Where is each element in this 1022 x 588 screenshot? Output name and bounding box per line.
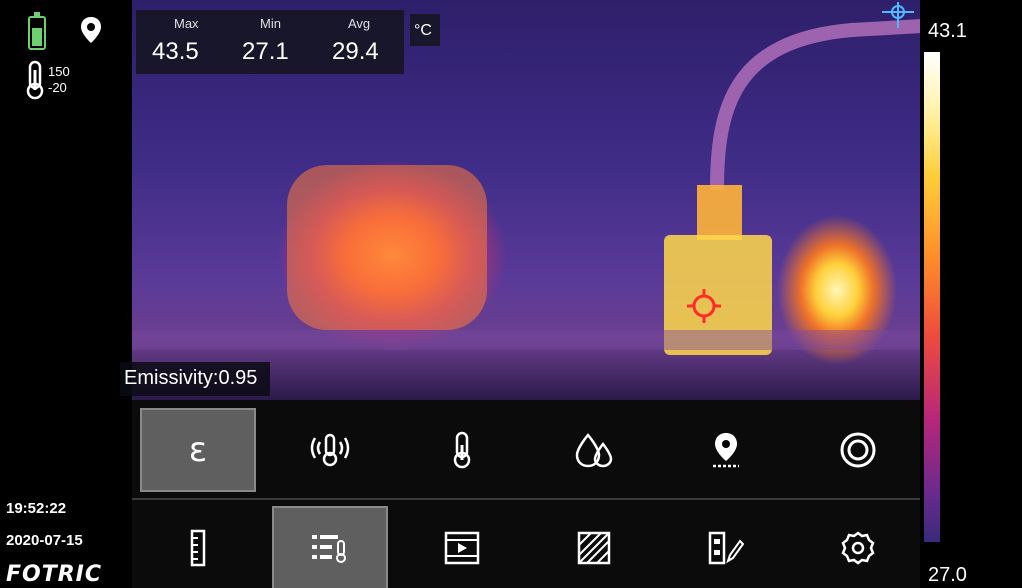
max-spot-marker-icon bbox=[882, 2, 914, 28]
thermometer-signal-icon bbox=[310, 433, 350, 467]
spot-location-button[interactable] bbox=[668, 408, 784, 492]
dew-point-button[interactable] bbox=[536, 408, 652, 492]
palette-button[interactable] bbox=[668, 506, 784, 588]
max-label: Max bbox=[174, 16, 199, 31]
avg-value: 29.4 bbox=[332, 38, 379, 65]
target-button[interactable] bbox=[800, 408, 916, 492]
brand-logo: FOTRIC bbox=[6, 562, 103, 587]
thermometer-icon bbox=[453, 431, 471, 469]
settings-button[interactable] bbox=[800, 506, 916, 588]
palette-edit-icon bbox=[708, 531, 744, 565]
location-pin-icon bbox=[81, 17, 101, 43]
emissivity-button[interactable]: ε bbox=[140, 408, 256, 492]
film-play-icon bbox=[444, 531, 480, 565]
emissivity-label: Emissivity:0.95 bbox=[120, 362, 270, 396]
battery-icon bbox=[28, 12, 46, 50]
temperature-list-button[interactable] bbox=[272, 506, 388, 588]
range-high: 150 bbox=[48, 64, 70, 79]
area-hatch-icon bbox=[577, 531, 611, 565]
gear-icon bbox=[841, 531, 875, 565]
thermometer-button[interactable] bbox=[404, 408, 520, 492]
ruler-button[interactable] bbox=[140, 506, 256, 588]
time-label: 19:52:22 bbox=[6, 500, 67, 517]
temperature-stats: Max 43.5 Min 27.1 Avg 29.4 bbox=[136, 10, 404, 74]
area-button[interactable] bbox=[536, 506, 652, 588]
scale-min: 27.0 bbox=[928, 564, 967, 586]
location-pin-icon bbox=[713, 433, 739, 468]
thermometer-signal-button[interactable] bbox=[272, 408, 388, 492]
scale-max: 43.1 bbox=[928, 20, 967, 42]
toolbar-top: ε bbox=[132, 400, 920, 498]
min-value: 27.1 bbox=[242, 38, 289, 65]
ruler-icon bbox=[190, 529, 206, 567]
thermal-camera-screen: 150 -20 Max 43.5 Min 27.1 Avg 29.4 °C Em… bbox=[0, 0, 1022, 588]
color-scale-bar[interactable] bbox=[924, 52, 940, 542]
video-button[interactable] bbox=[404, 506, 520, 588]
min-label: Min bbox=[260, 16, 281, 31]
water-drops-icon bbox=[575, 433, 613, 468]
unit-toggle[interactable]: °C bbox=[410, 14, 440, 46]
temperature-list-icon bbox=[312, 535, 346, 563]
range-low: -20 bbox=[48, 80, 67, 95]
max-value: 43.5 bbox=[152, 38, 199, 65]
target-circle-icon bbox=[840, 432, 876, 468]
avg-label: Avg bbox=[348, 16, 371, 31]
epsilon-icon: ε bbox=[188, 430, 208, 470]
date-label: 2020-07-15 bbox=[6, 532, 83, 549]
thermometer-range-icon bbox=[26, 60, 44, 100]
toolbar-bottom bbox=[132, 500, 920, 588]
